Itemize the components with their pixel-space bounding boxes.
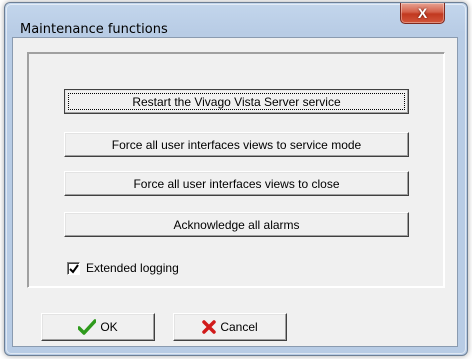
extended-logging-checkbox[interactable]: [67, 261, 80, 275]
red-x-icon: [202, 320, 217, 334]
titlebar[interactable]: Maintenance functions X: [5, 3, 467, 37]
ok-label: OK: [100, 320, 118, 334]
close-icon: X: [417, 5, 428, 21]
dialog-window: Maintenance functions X Restart the Viva…: [4, 2, 468, 356]
cancel-label: Cancel: [220, 320, 258, 334]
window-title: Maintenance functions: [20, 22, 168, 37]
cancel-button[interactable]: Cancel: [173, 313, 287, 341]
force-service-mode-button[interactable]: Force all user interfaces views to servi…: [64, 132, 409, 157]
green-checkmark-icon: [78, 319, 97, 335]
ok-button[interactable]: OK: [41, 313, 155, 341]
close-button[interactable]: X: [400, 3, 445, 24]
force-close-views-label: Force all user interfaces views to close: [133, 176, 340, 191]
dialog-client-area: Restart the Vivago Vista Server service …: [12, 37, 458, 347]
force-service-mode-label: Force all user interfaces views to servi…: [111, 137, 362, 152]
extended-logging-option[interactable]: Extended logging: [67, 261, 179, 275]
actions-group-box: [27, 52, 445, 288]
checkmark-icon: [69, 263, 79, 274]
restart-server-label: Restart the Vivago Vista Server service: [132, 94, 341, 109]
extended-logging-label: Extended logging: [86, 261, 179, 275]
acknowledge-alarms-label: Acknowledge all alarms: [173, 217, 300, 232]
acknowledge-alarms-button[interactable]: Acknowledge all alarms: [64, 212, 409, 237]
restart-server-button[interactable]: Restart the Vivago Vista Server service: [64, 89, 409, 114]
force-close-views-button[interactable]: Force all user interfaces views to close: [64, 171, 409, 196]
